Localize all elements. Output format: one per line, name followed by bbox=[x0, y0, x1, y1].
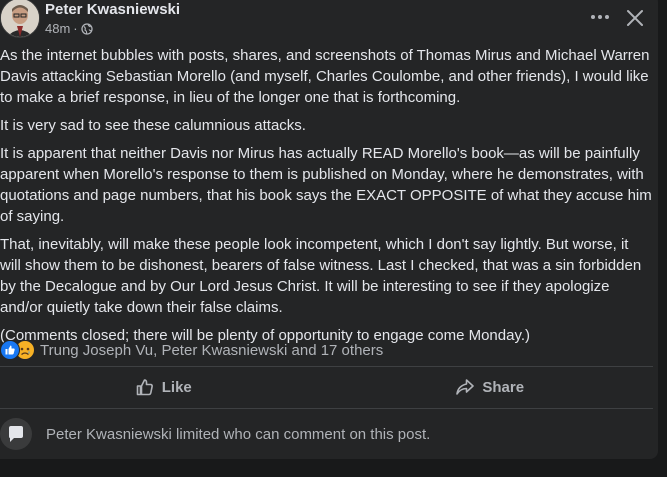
post-paragraph: It is very sad to see these calumnious a… bbox=[0, 117, 306, 134]
comment-avatar bbox=[0, 418, 32, 450]
like-label: Like bbox=[161, 378, 192, 396]
reaction-names[interactable]: Trung Joseph Vu, Peter Kwasniewski and 1… bbox=[40, 342, 383, 359]
reaction-summary[interactable]: Trung Joseph Vu, Peter Kwasniewski and 1… bbox=[0, 340, 383, 360]
share-label: Share bbox=[482, 378, 525, 396]
comment-restriction-notice: Peter Kwasniewski limited who can commen… bbox=[0, 418, 430, 450]
author-name[interactable]: Peter Kwasniewski bbox=[45, 1, 180, 18]
post-paragraph: That, inevitably, will make these people… bbox=[0, 236, 642, 316]
like-reaction-icon bbox=[0, 340, 20, 360]
divider bbox=[0, 366, 653, 367]
post-paragraph: It is apparent that neither Davis nor Mi… bbox=[0, 145, 652, 225]
divider bbox=[0, 408, 653, 409]
close-icon[interactable] bbox=[624, 7, 646, 29]
share-icon bbox=[456, 379, 475, 395]
globe-icon bbox=[80, 22, 93, 35]
post-time[interactable]: 48m bbox=[45, 21, 70, 36]
post-paragraph: As the internet bubbles with posts, shar… bbox=[0, 47, 650, 106]
user-avatar-icon bbox=[9, 426, 23, 442]
scrollbar-track[interactable] bbox=[658, 0, 667, 477]
more-icon[interactable] bbox=[590, 7, 610, 27]
like-icon bbox=[136, 379, 153, 396]
post-body: As the internet bubbles with posts, shar… bbox=[0, 45, 652, 353]
post-actions: Like Share bbox=[0, 368, 653, 406]
like-button[interactable]: Like bbox=[0, 368, 327, 406]
comment-notice-text: Peter Kwasniewski limited who can commen… bbox=[46, 425, 431, 443]
share-button[interactable]: Share bbox=[327, 368, 654, 406]
post-meta: 48m · bbox=[45, 21, 93, 36]
meta-separator: · bbox=[73, 21, 78, 36]
